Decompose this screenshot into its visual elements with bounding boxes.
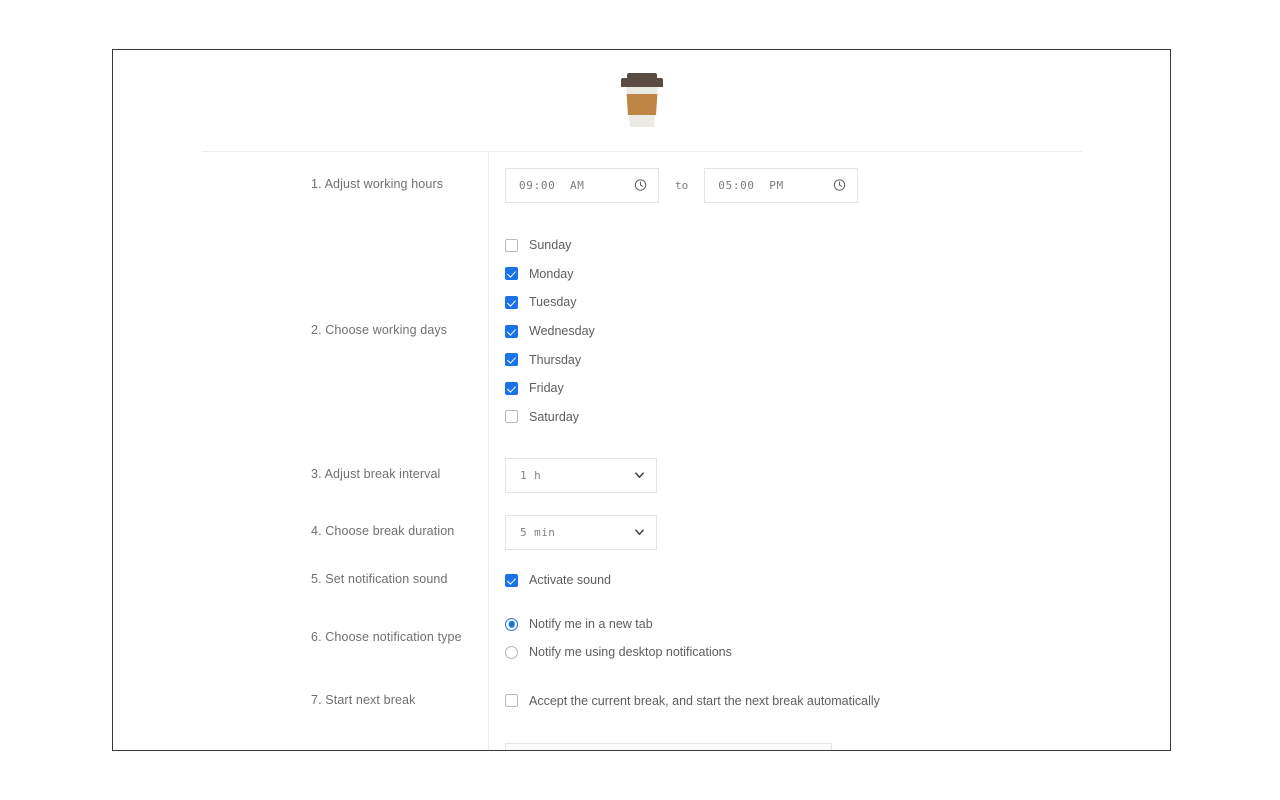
control-reset-settings: RESET xyxy=(488,727,1170,751)
row-working-days: 2. Choose working days Sunday Monday xyxy=(113,218,1170,444)
time-range-group: 09:00 AM to 05:00 PM xyxy=(505,168,858,203)
checkbox-icon[interactable] xyxy=(505,353,518,366)
start-time-value: 09:00 AM xyxy=(519,179,585,192)
radio-notify-new-tab[interactable]: Notify me in a new tab xyxy=(505,610,732,638)
logo-area xyxy=(113,50,1170,141)
label-break-interval: 3. Adjust break interval xyxy=(113,444,488,506)
label-notification-type: 6. Choose notification type xyxy=(113,602,488,674)
checkbox-activate-sound[interactable]: Activate sound xyxy=(505,566,611,595)
time-separator-label: to xyxy=(675,179,688,192)
checkbox-icon[interactable] xyxy=(505,267,518,280)
end-time-input[interactable]: 05:00 PM xyxy=(704,168,858,203)
checkbox-label: Tuesday xyxy=(529,295,576,309)
row-notification-sound: 5. Set notification sound Activate sound xyxy=(113,558,1170,602)
break-duration-value: 5 min xyxy=(520,526,555,539)
checkbox-day-friday[interactable]: Friday xyxy=(505,374,595,403)
checkbox-label: Thursday xyxy=(529,353,581,367)
coffee-cup-icon xyxy=(614,69,670,131)
page-root: 1. Adjust working hours 09:00 AM to xyxy=(0,0,1280,800)
checkbox-day-tuesday[interactable]: Tuesday xyxy=(505,288,595,317)
notification-type-radio-group: Notify me in a new tab Notify me using d… xyxy=(505,610,732,666)
checkbox-icon[interactable] xyxy=(505,694,518,707)
checkbox-icon[interactable] xyxy=(505,325,518,338)
chevron-down-icon[interactable] xyxy=(634,470,645,481)
control-start-next-break: Accept the current break, and start the … xyxy=(488,674,1170,727)
chevron-down-icon[interactable] xyxy=(634,527,645,538)
checkbox-auto-next-break[interactable]: Accept the current break, and start the … xyxy=(505,686,880,715)
label-break-duration: 4. Choose break duration xyxy=(113,506,488,558)
checkbox-label: Accept the current break, and start the … xyxy=(529,694,880,708)
working-days-list: Sunday Monday Tuesday Wednesday xyxy=(505,231,595,431)
checkbox-label: Saturday xyxy=(529,410,579,424)
control-break-duration: 5 min xyxy=(488,506,1170,558)
clock-icon[interactable] xyxy=(833,179,846,192)
checkbox-day-wednesday[interactable]: Wednesday xyxy=(505,317,595,346)
control-break-interval: 1 h xyxy=(488,444,1170,506)
end-time-value: 05:00 PM xyxy=(718,179,784,192)
label-start-next-break: 7. Start next break xyxy=(113,674,488,727)
checkbox-day-sunday[interactable]: Sunday xyxy=(505,231,595,260)
checkbox-day-thursday[interactable]: Thursday xyxy=(505,345,595,374)
row-working-hours: 1. Adjust working hours 09:00 AM to xyxy=(113,152,1170,218)
control-notification-sound: Activate sound xyxy=(488,558,1170,602)
checkbox-label: Friday xyxy=(529,381,564,395)
control-working-days: Sunday Monday Tuesday Wednesday xyxy=(488,218,1170,444)
break-interval-select[interactable]: 1 h xyxy=(505,458,657,493)
control-notification-type: Notify me in a new tab Notify me using d… xyxy=(488,602,1170,674)
row-break-interval: 3. Adjust break interval 1 h xyxy=(113,444,1170,506)
radio-notify-desktop[interactable]: Notify me using desktop notifications xyxy=(505,638,732,666)
checkbox-day-saturday[interactable]: Saturday xyxy=(505,402,595,431)
label-working-hours: 1. Adjust working hours xyxy=(113,152,488,218)
radio-label: Notify me in a new tab xyxy=(529,617,653,631)
break-interval-value: 1 h xyxy=(520,469,541,482)
settings-window: 1. Adjust working hours 09:00 AM to xyxy=(112,49,1171,751)
radio-icon[interactable] xyxy=(505,646,518,659)
label-notification-sound: 5. Set notification sound xyxy=(113,558,488,602)
radio-label: Notify me using desktop notifications xyxy=(529,645,732,659)
checkbox-label: Sunday xyxy=(529,238,571,252)
reset-button[interactable]: RESET xyxy=(505,743,832,752)
row-break-duration: 4. Choose break duration 5 min xyxy=(113,506,1170,558)
checkbox-icon[interactable] xyxy=(505,239,518,252)
start-time-input[interactable]: 09:00 AM xyxy=(505,168,659,203)
checkbox-icon[interactable] xyxy=(505,382,518,395)
radio-icon[interactable] xyxy=(505,618,518,631)
label-reset-settings: 8. Reset to factory settings xyxy=(113,727,488,751)
checkbox-label: Monday xyxy=(529,267,573,281)
checkbox-label: Activate sound xyxy=(529,573,611,587)
row-start-next-break: 7. Start next break Accept the current b… xyxy=(113,674,1170,727)
label-working-days: 2. Choose working days xyxy=(113,218,488,444)
checkbox-day-monday[interactable]: Monday xyxy=(505,260,595,289)
clock-icon[interactable] xyxy=(634,179,647,192)
row-notification-type: 6. Choose notification type Notify me in… xyxy=(113,602,1170,674)
checkbox-icon[interactable] xyxy=(505,574,518,587)
settings-form: 1. Adjust working hours 09:00 AM to xyxy=(113,152,1170,751)
control-working-hours: 09:00 AM to 05:00 PM xyxy=(488,152,1170,218)
break-duration-select[interactable]: 5 min xyxy=(505,515,657,550)
checkbox-icon[interactable] xyxy=(505,296,518,309)
checkbox-icon[interactable] xyxy=(505,410,518,423)
checkbox-label: Wednesday xyxy=(529,324,595,338)
row-reset-settings: 8. Reset to factory settings RESET xyxy=(113,727,1170,751)
